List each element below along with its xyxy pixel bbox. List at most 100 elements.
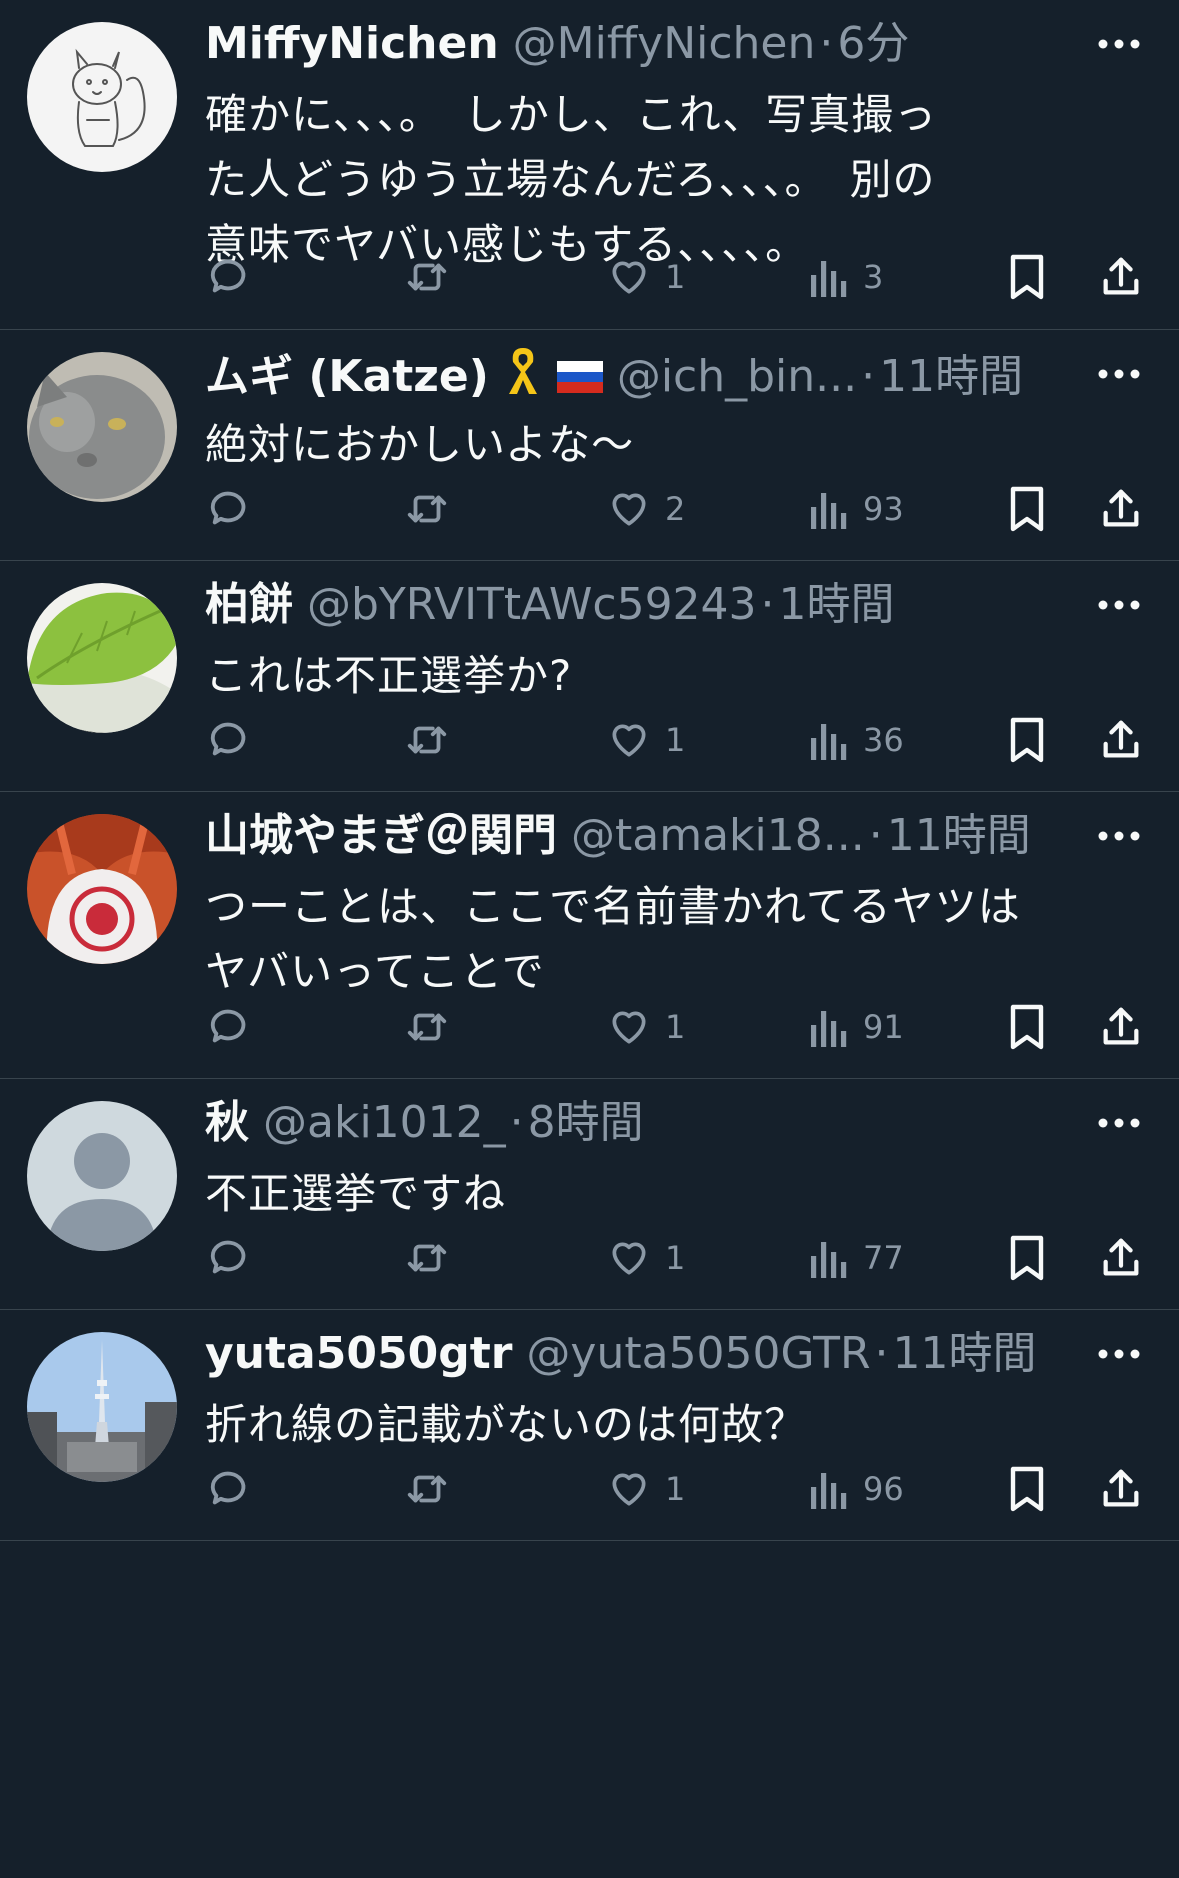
share-button[interactable]	[1098, 252, 1144, 302]
share-button[interactable]	[1098, 484, 1144, 534]
separator-dot: ·	[760, 579, 775, 630]
user-handle[interactable]: @yuta5050GTR	[526, 1328, 870, 1379]
reply-icon	[210, 1240, 246, 1274]
avatar[interactable]	[27, 1101, 177, 1251]
display-name[interactable]: ムギ (Katze)	[205, 351, 489, 402]
like-count: 1	[665, 721, 686, 759]
retweet-icon	[407, 1013, 447, 1041]
bookmark-button[interactable]	[1005, 1233, 1049, 1283]
share-icon	[1103, 489, 1139, 527]
tweet[interactable]: 柏餅 @bYRVITtAWc59243·1時間 これは不正選挙か? 1 36	[0, 561, 1179, 792]
reply-button[interactable]	[207, 252, 253, 302]
avatar[interactable]	[27, 352, 177, 502]
action-bar: 1 91	[205, 1002, 1141, 1052]
reply-button[interactable]	[207, 1233, 253, 1283]
tweet-text: 確かに、、、。 しかし、これ、写真撮っ た人どうゆう立場なんだろ、、、。 別の …	[205, 90, 938, 269]
bookmark-button[interactable]	[1005, 252, 1049, 302]
tweet[interactable]: MiffyNichen @MiffyNichen·6分 確かに、、、。 しかし、…	[0, 0, 1179, 330]
reply-icon	[210, 259, 246, 293]
display-name[interactable]: 秋	[205, 1097, 249, 1148]
views-button[interactable]: 91	[809, 1002, 904, 1052]
tweet[interactable]: 山城やまぎ＠関門 @tamaki18...·11時間 つーことは、ここで名前書か…	[0, 792, 1179, 1079]
views-button[interactable]: 96	[809, 1464, 904, 1514]
views-button[interactable]: 36	[809, 715, 904, 765]
retweet-icon	[407, 263, 447, 291]
like-button[interactable]: 1	[607, 715, 685, 765]
bookmark-button[interactable]	[1005, 1464, 1049, 1514]
views-button[interactable]: 93	[809, 484, 904, 534]
more-options-icon[interactable]	[1097, 1336, 1141, 1372]
share-button[interactable]	[1098, 715, 1144, 765]
views-button[interactable]: 77	[809, 1233, 904, 1283]
separator-dot: ·	[819, 18, 834, 69]
display-name[interactable]: 柏餅	[205, 579, 293, 630]
avatar[interactable]	[27, 22, 177, 172]
user-handle[interactable]: @MiffyNichen	[513, 18, 816, 69]
action-bar: 1 96	[205, 1464, 1141, 1514]
russian-flag-icon	[556, 349, 603, 404]
tweet[interactable]: 秋 @aki1012_·8時間 不正選挙ですね 1 77	[0, 1079, 1179, 1310]
like-button[interactable]: 1	[607, 1002, 685, 1052]
bookmark-button[interactable]	[1005, 715, 1049, 765]
more-options-icon[interactable]	[1097, 1105, 1141, 1141]
share-button[interactable]	[1098, 1002, 1144, 1052]
retweet-button[interactable]	[403, 1002, 451, 1052]
tweet[interactable]: ムギ (Katze) @ich_bin...·11時間 絶対におかしいよな〜 2…	[0, 330, 1179, 561]
timestamp[interactable]: 6分	[837, 18, 909, 69]
timestamp[interactable]: 11時間	[879, 351, 1023, 402]
retweet-button[interactable]	[403, 252, 451, 302]
more-options-icon[interactable]	[1097, 818, 1141, 854]
yellow-ribbon-icon	[503, 344, 543, 404]
separator-dot: ·	[861, 351, 876, 402]
retweet-icon	[407, 1475, 447, 1503]
user-handle[interactable]: @bYRVITtAWc59243	[307, 579, 757, 630]
reply-button[interactable]	[207, 715, 253, 765]
views-icon	[811, 261, 847, 297]
user-handle[interactable]: @ich_bin...	[617, 351, 857, 402]
retweet-button[interactable]	[403, 1233, 451, 1283]
like-button[interactable]: 1	[607, 1464, 685, 1514]
heart-icon	[612, 1242, 646, 1275]
retweet-button[interactable]	[403, 1464, 451, 1514]
tweet-header: ムギ (Katze) @ich_bin...·11時間	[205, 344, 1071, 404]
share-button[interactable]	[1098, 1233, 1144, 1283]
like-button[interactable]: 1	[607, 1233, 685, 1283]
share-button[interactable]	[1098, 1464, 1144, 1514]
avatar[interactable]	[27, 583, 177, 733]
reply-button[interactable]	[207, 1002, 253, 1052]
timestamp[interactable]: 11時間	[887, 810, 1031, 861]
avatar[interactable]	[27, 1332, 177, 1482]
tweet[interactable]: yuta5050gtr @yuta5050GTR·11時間 折れ線の記載がないの…	[0, 1310, 1179, 1541]
tweet-header: 柏餅 @bYRVITtAWc59243·1時間	[205, 575, 1071, 635]
display-name[interactable]: yuta5050gtr	[205, 1328, 512, 1379]
views-count: 3	[863, 258, 884, 296]
more-options-icon[interactable]	[1097, 26, 1141, 62]
display-name[interactable]: 山城やまぎ＠関門	[205, 810, 557, 861]
views-button[interactable]: 3	[809, 252, 883, 302]
reply-button[interactable]	[207, 1464, 253, 1514]
timestamp[interactable]: 11時間	[893, 1328, 1037, 1379]
heart-icon	[612, 261, 646, 294]
reply-button[interactable]	[207, 484, 253, 534]
tweet-text: これは不正選挙か?	[205, 651, 573, 700]
more-options-icon[interactable]	[1097, 587, 1141, 623]
views-count: 91	[863, 1008, 904, 1046]
display-name[interactable]: MiffyNichen	[205, 18, 499, 69]
bookmark-button[interactable]	[1005, 1002, 1049, 1052]
bookmark-button[interactable]	[1005, 484, 1049, 534]
user-handle[interactable]: @aki1012_	[263, 1097, 506, 1148]
action-bar: 1 3	[205, 252, 1141, 302]
action-bar: 1 36	[205, 715, 1141, 765]
timestamp[interactable]: 1時間	[779, 579, 895, 630]
user-handle[interactable]: @tamaki18...	[571, 810, 865, 861]
tweet-text: 折れ線の記載がないのは何故？	[205, 1400, 808, 1449]
avatar[interactable]	[27, 814, 177, 964]
like-button[interactable]: 2	[607, 484, 685, 534]
separator-dot: ·	[874, 1328, 889, 1379]
tweet-text: つーことは、ここで名前書かれてるヤツは ヤバいってことで	[205, 882, 1021, 996]
retweet-button[interactable]	[403, 715, 451, 765]
retweet-button[interactable]	[403, 484, 451, 534]
like-button[interactable]: 1	[607, 252, 685, 302]
timestamp[interactable]: 8時間	[528, 1097, 644, 1148]
more-options-icon[interactable]	[1097, 356, 1141, 392]
